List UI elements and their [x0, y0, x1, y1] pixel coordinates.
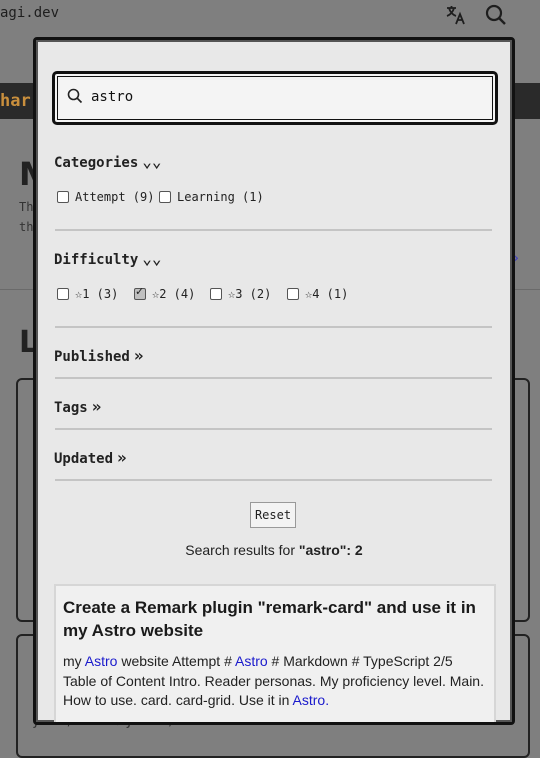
results-query-count: "astro": 2: [298, 542, 363, 558]
filter-option-difficulty-3[interactable]: ☆3 (2): [210, 287, 271, 301]
checkbox[interactable]: [57, 191, 69, 203]
tags-toggle[interactable]: Tags»: [54, 397, 101, 416]
search-modal: Categories⌄⌄ Attempt (9) Learning (1) Di…: [33, 37, 515, 725]
intro-text: th: [19, 220, 34, 234]
filter-option-difficulty-1[interactable]: ☆1 (3): [57, 287, 118, 301]
checkbox[interactable]: [287, 288, 299, 300]
divider: [55, 428, 492, 430]
filter-option-difficulty-4[interactable]: ☆4 (1): [287, 287, 348, 301]
checkbox-checked[interactable]: [134, 285, 146, 300]
checkbox[interactable]: [159, 191, 171, 203]
tags-title: Tags: [54, 400, 88, 416]
reset-button[interactable]: Reset: [250, 502, 296, 528]
chevron-double-down-icon: ⌄⌄: [142, 249, 162, 268]
categories-title: Categories: [54, 155, 139, 171]
divider: [55, 326, 492, 328]
categories-toggle[interactable]: Categories ⌄⌄: [54, 152, 162, 171]
chevron-double-right-icon: »: [117, 448, 127, 467]
chevron-double-down-icon: ⌄⌄: [142, 152, 162, 171]
updated-toggle[interactable]: Updated»: [54, 448, 127, 467]
filter-option-learning[interactable]: Learning (1): [159, 190, 264, 204]
difficulty-toggle[interactable]: Difficulty ⌄⌄: [54, 249, 162, 268]
site-name[interactable]: agi.dev: [0, 5, 59, 21]
results-prefix: Search results for: [185, 542, 299, 558]
filter-option-label: Attempt (9): [75, 190, 155, 204]
hero-band-text: har: [0, 91, 31, 111]
filter-option-attempt[interactable]: Attempt (9): [57, 190, 154, 204]
checkbox[interactable]: [57, 288, 69, 300]
snippet-highlight: Astro.: [292, 692, 330, 708]
filter-option-label: ☆1 (3): [75, 287, 119, 301]
divider: [55, 479, 492, 481]
snippet-highlight: Astro: [84, 653, 118, 669]
filter-option-difficulty-2[interactable]: ☆2 (4): [134, 285, 196, 301]
checkbox[interactable]: [210, 288, 222, 300]
search-result-card[interactable]: Create a Remark plugin "remark-card" and…: [54, 584, 496, 722]
search-input[interactable]: [91, 84, 481, 110]
chevron-double-right-icon: »: [91, 397, 102, 416]
intro-text: Th: [19, 200, 34, 214]
snippet-text: website Attempt #: [117, 653, 235, 669]
search-icon: [67, 88, 83, 104]
snippet-text: my: [63, 653, 85, 669]
result-snippet: my Astro website Attempt # Astro # Markd…: [63, 652, 489, 711]
published-title: Published: [54, 349, 130, 365]
filter-option-label: Learning (1): [177, 190, 264, 204]
result-title[interactable]: Create a Remark plugin "remark-card" and…: [63, 596, 483, 642]
filter-option-label: ☆3 (2): [228, 287, 272, 301]
updated-title: Updated: [54, 451, 114, 467]
search-icon[interactable]: [484, 3, 508, 27]
divider: [55, 229, 492, 231]
difficulty-title: Difficulty: [54, 252, 139, 268]
chevron-double-right-icon: »: [133, 346, 144, 365]
translate-icon[interactable]: [444, 3, 468, 27]
divider: [55, 377, 492, 379]
search-results-summary: Search results for "astro": 2: [36, 542, 512, 558]
published-toggle[interactable]: Published»: [54, 346, 144, 365]
filter-option-label: ☆4 (1): [305, 287, 349, 301]
search-box[interactable]: [52, 71, 498, 125]
filter-option-label: ☆2 (4): [152, 287, 196, 301]
site-header: agi.dev: [0, 0, 540, 40]
snippet-highlight: Astro: [234, 653, 268, 669]
